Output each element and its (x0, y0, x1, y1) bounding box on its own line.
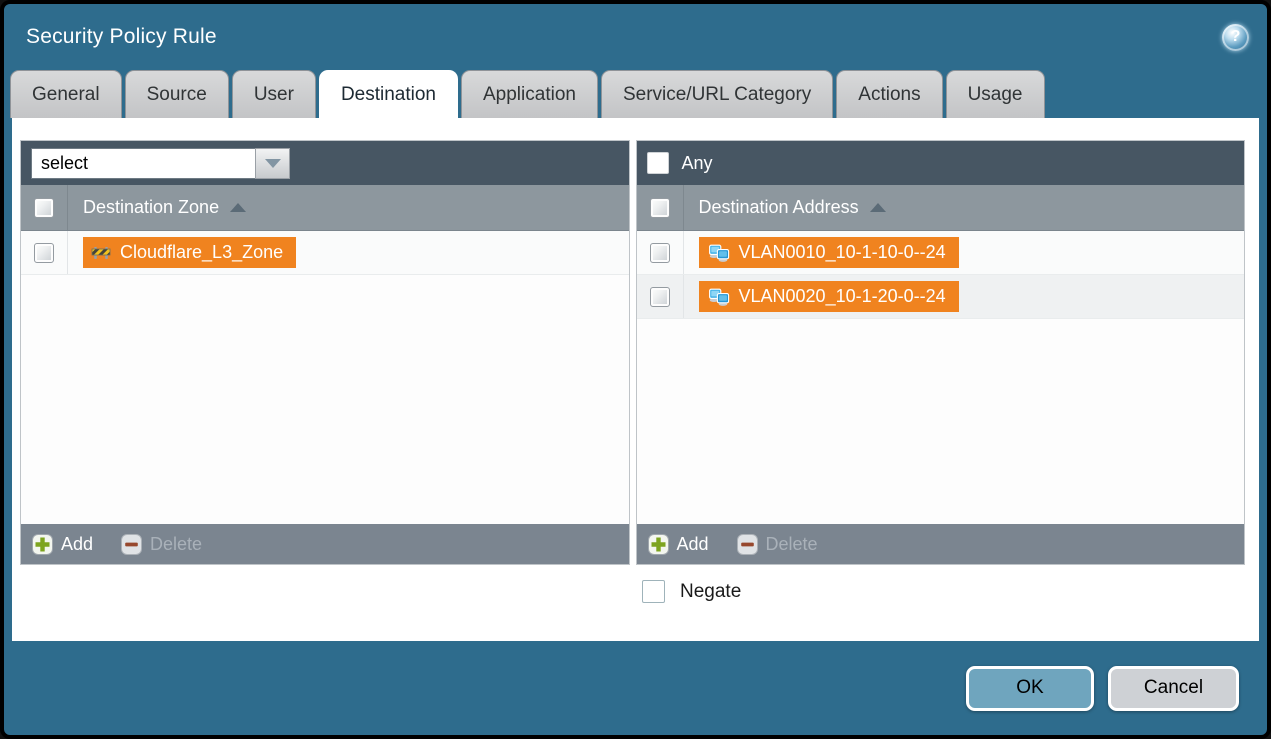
address-label: VLAN0010_10-1-10-0--24 (739, 242, 946, 263)
address-list: VLAN0010_10-1-10-0--24 (637, 231, 1245, 524)
address-column-label: Destination Address (699, 197, 859, 218)
help-icon[interactable]: ? (1222, 24, 1249, 51)
title-bar: Security Policy Rule ? (4, 4, 1267, 70)
tab-label: Source (147, 84, 207, 106)
destination-address-panel: Any Destination Address (636, 140, 1246, 565)
zone-add-button[interactable]: Add (32, 534, 93, 555)
zone-label: Cloudflare_L3_Zone (120, 242, 283, 263)
tab[interactable]: Service/URL Category (601, 70, 833, 118)
zone-select-combo (31, 148, 290, 179)
row-checkbox[interactable] (650, 243, 670, 263)
address-row: VLAN0020_10-1-20-0--24 (637, 275, 1245, 319)
zone-barrier-icon (91, 245, 111, 260)
tab-label: Usage (968, 84, 1023, 106)
zone-column-label: Destination Zone (83, 197, 219, 218)
tab-label: Service/URL Category (623, 84, 811, 106)
tab-label: Application (483, 84, 576, 106)
help-glyph: ? (1231, 28, 1241, 46)
address-delete-label: Delete (766, 534, 818, 555)
address-chip[interactable]: VLAN0020_10-1-20-0--24 (699, 281, 959, 312)
cancel-button[interactable]: Cancel (1108, 666, 1239, 711)
any-checkbox[interactable] (647, 152, 669, 174)
plus-icon (648, 534, 669, 555)
tab[interactable]: Actions (836, 70, 942, 118)
minus-icon (121, 534, 142, 555)
address-delete-button[interactable]: Delete (737, 534, 818, 555)
plus-icon (32, 534, 53, 555)
security-policy-rule-dialog: Security Policy Rule ? General Source Us… (0, 0, 1271, 739)
zone-select-input[interactable] (31, 148, 255, 179)
negate-row: Negate (642, 580, 1245, 603)
zone-delete-label: Delete (150, 534, 202, 555)
zone-panel-footer: Add Delete (21, 524, 629, 564)
address-selectall-cell (637, 185, 684, 230)
tab[interactable]: Application (461, 70, 598, 118)
zone-add-label: Add (61, 534, 93, 555)
zone-select-dropdown-button[interactable] (255, 148, 290, 179)
row-checkbox-cell (21, 231, 68, 274)
zone-chip[interactable]: Cloudflare_L3_Zone (83, 237, 296, 268)
destination-tab-content: Destination Zone (12, 118, 1259, 641)
row-checkbox-cell (637, 275, 684, 318)
zone-list: Cloudflare_L3_Zone (21, 231, 629, 524)
zone-selectall-checkbox[interactable] (34, 198, 54, 218)
network-hosts-icon (707, 288, 730, 306)
network-hosts-icon (707, 244, 730, 262)
zone-column-sort[interactable]: Destination Zone (83, 197, 246, 218)
any-label: Any (682, 153, 713, 174)
destination-zone-panel: Destination Zone (20, 140, 630, 565)
tab[interactable]: General (10, 70, 122, 118)
zone-column-header: Destination Zone (21, 185, 629, 231)
tab-label: User (254, 84, 294, 106)
row-checkbox[interactable] (34, 243, 54, 263)
zone-selectall-cell (21, 185, 68, 230)
address-chip[interactable]: VLAN0010_10-1-10-0--24 (699, 237, 959, 268)
address-add-label: Add (677, 534, 709, 555)
address-column-header: Destination Address (637, 185, 1245, 231)
sort-asc-icon (870, 203, 886, 212)
address-add-button[interactable]: Add (648, 534, 709, 555)
tab[interactable]: Usage (946, 70, 1045, 118)
negate-label: Negate (680, 581, 741, 603)
row-checkbox[interactable] (650, 287, 670, 307)
tab-label: Actions (858, 84, 920, 106)
address-selectall-checkbox[interactable] (650, 198, 670, 218)
tab-label: General (32, 84, 100, 106)
address-panel-footer: Add Delete (637, 524, 1245, 564)
negate-checkbox[interactable] (642, 580, 665, 603)
address-column-sort[interactable]: Destination Address (699, 197, 886, 218)
address-label: VLAN0020_10-1-20-0--24 (739, 286, 946, 307)
zone-panel-header (21, 141, 629, 185)
dialog-footer: OK Cancel (4, 641, 1267, 735)
zone-row: Cloudflare_L3_Zone (21, 231, 629, 275)
sort-asc-icon (230, 203, 246, 212)
tab[interactable]: Destination (319, 70, 458, 118)
tab[interactable]: Source (125, 70, 229, 118)
tab-label: Destination (341, 84, 436, 106)
row-checkbox-cell (637, 231, 684, 274)
chevron-down-icon (265, 159, 281, 168)
address-panel-header: Any (637, 141, 1245, 185)
tab[interactable]: User (232, 70, 316, 118)
dialog-title: Security Policy Rule (26, 25, 217, 49)
zone-delete-button[interactable]: Delete (121, 534, 202, 555)
tab-bar: General Source User Destination Applicat… (4, 70, 1267, 118)
ok-button[interactable]: OK (966, 666, 1094, 711)
address-row: VLAN0010_10-1-10-0--24 (637, 231, 1245, 275)
minus-icon (737, 534, 758, 555)
